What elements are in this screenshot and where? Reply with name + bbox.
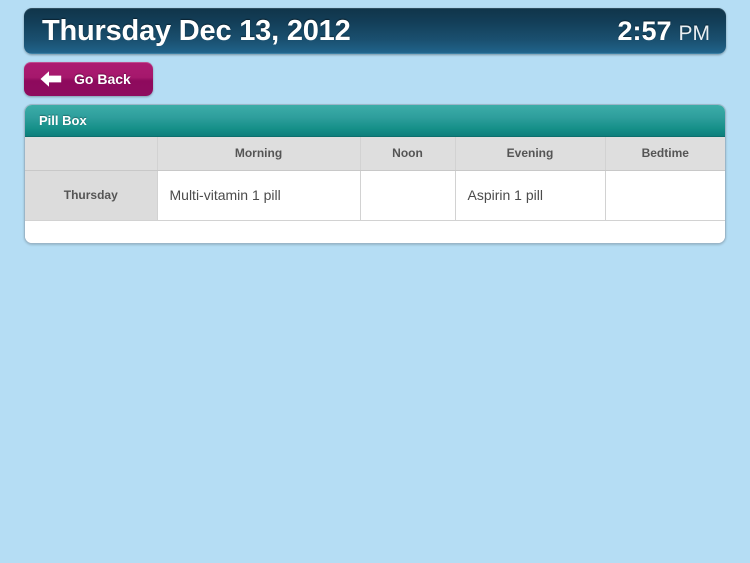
table-body: Thursday Multi-vitamin 1 pill Aspirin 1 … bbox=[25, 170, 725, 221]
go-back-button[interactable]: Go Back bbox=[24, 62, 153, 96]
pill-box-card-header: Pill Box bbox=[25, 105, 725, 137]
pill-box-card: Pill Box Morning Noon Evening Bedtime Th… bbox=[24, 104, 726, 244]
column-header-bedtime: Bedtime bbox=[605, 137, 725, 171]
toolbar: Go Back bbox=[24, 62, 726, 96]
pill-box-card-body: Morning Noon Evening Bedtime Thursday Mu… bbox=[25, 137, 725, 243]
table-header-row: Morning Noon Evening Bedtime bbox=[25, 137, 725, 171]
app-root: Thursday Dec 13, 2012 2:57 PM Go Back Pi… bbox=[0, 0, 750, 563]
column-header-day bbox=[25, 137, 158, 171]
titlebar: Thursday Dec 13, 2012 2:57 PM bbox=[24, 8, 726, 54]
row-day-label: Thursday bbox=[25, 170, 158, 221]
column-header-evening: Evening bbox=[455, 137, 606, 171]
column-header-morning: Morning bbox=[157, 137, 361, 171]
go-back-label: Go Back bbox=[74, 71, 131, 87]
pill-box-title: Pill Box bbox=[39, 113, 87, 128]
column-header-noon: Noon bbox=[360, 137, 456, 171]
cell-morning[interactable]: Multi-vitamin 1 pill bbox=[157, 170, 361, 221]
table-head: Morning Noon Evening Bedtime bbox=[25, 137, 725, 171]
clock: 2:57 PM bbox=[617, 15, 711, 46]
arrow-left-icon bbox=[40, 70, 62, 88]
current-date-label: Thursday Dec 13, 2012 bbox=[42, 14, 351, 47]
cell-evening[interactable]: Aspirin 1 pill bbox=[455, 170, 606, 221]
clock-time: 2:57 bbox=[617, 15, 672, 46]
pill-schedule-table: Morning Noon Evening Bedtime Thursday Mu… bbox=[25, 137, 725, 221]
clock-meridiem: PM bbox=[678, 21, 711, 45]
cell-noon[interactable] bbox=[360, 170, 456, 221]
cell-bedtime[interactable] bbox=[605, 170, 725, 221]
table-row[interactable]: Thursday Multi-vitamin 1 pill Aspirin 1 … bbox=[25, 170, 725, 221]
